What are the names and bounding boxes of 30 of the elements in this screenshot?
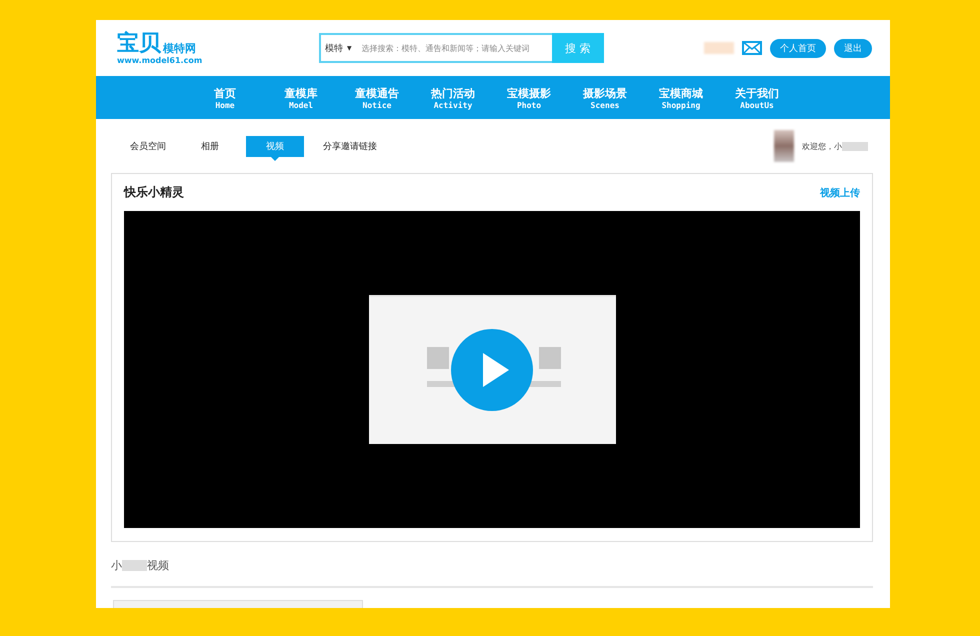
nav-item[interactable]: 热门活动 Activity: [415, 76, 491, 119]
nav-item[interactable]: 关于我们 AboutUs: [719, 76, 795, 119]
section-title: 小: [111, 558, 122, 572]
section-title: 视频: [147, 558, 169, 572]
nav-item[interactable]: 童模通告 Notice: [339, 76, 415, 119]
avatar: [774, 130, 794, 162]
logo-url: www.model61.com: [117, 56, 204, 64]
logo-subtitle: 模特网: [163, 42, 196, 56]
nav-item[interactable]: 宝模商城 Shopping: [643, 76, 719, 119]
redacted-mark: [704, 42, 734, 54]
nav-item[interactable]: 童模库 Model: [263, 76, 339, 119]
play-icon[interactable]: [451, 328, 533, 410]
redacted-mark: [122, 560, 147, 570]
header-link[interactable]: 退出: [834, 38, 872, 58]
tab[interactable]: 相册: [190, 136, 230, 160]
nav-item[interactable]: 摄影场景 Scenes: [567, 76, 643, 119]
redacted-mark: [842, 142, 868, 150]
tab[interactable]: 分享邀请链接: [320, 136, 380, 160]
nav-item[interactable]: 宝模摄影 Photo: [491, 76, 567, 119]
search-button[interactable]: 搜 索: [552, 33, 604, 63]
tab[interactable]: 会员空间: [122, 136, 174, 160]
nav-item[interactable]: 首页 Home: [187, 76, 263, 119]
search-category[interactable]: 模特: [321, 35, 347, 61]
upload-link[interactable]: 视频上传: [820, 186, 860, 200]
header-link[interactable]: 个人首页: [770, 38, 826, 58]
welcome-text: 欢迎您，小: [802, 140, 842, 152]
tab[interactable]: 视频: [246, 136, 304, 160]
mail-icon[interactable]: [742, 41, 762, 55]
logo-title: 宝贝: [117, 32, 161, 56]
panel-title: 快乐小精灵: [124, 184, 184, 201]
